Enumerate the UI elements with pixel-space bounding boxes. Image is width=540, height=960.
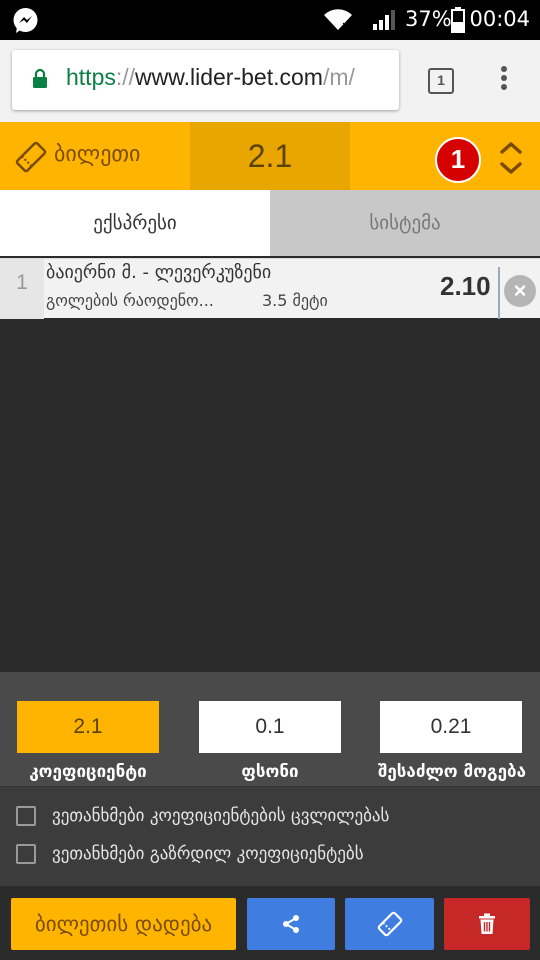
trash-icon (479, 913, 495, 934)
possible-win-label: შესაძლო მოგება (377, 762, 527, 782)
ticket-title: ბილეთი (54, 142, 141, 167)
url-host: www.lider-bet.com (135, 64, 323, 90)
address-bar[interactable]: https://www.lider-bet.com/m/ (12, 50, 399, 110)
ticket-icon (377, 911, 402, 937)
remove-bet-button[interactable]: × (504, 275, 536, 307)
menu-dot-icon (501, 75, 507, 81)
bet-row: 1 ბაიერნი მ. - ლევერკუზენი გოლების რაოდე… (0, 258, 540, 319)
ticket-header[interactable]: ბილეთი 2.1 1 (0, 122, 540, 190)
url-text: https://www.lider-bet.com/m/ (66, 64, 355, 91)
bet-odds: 2.10 (440, 271, 491, 301)
bet-market: გოლების რაოდენო... (46, 291, 214, 310)
url-separator: :// (115, 64, 136, 90)
stake-input[interactable]: 0.1 (199, 701, 341, 753)
messenger-icon (13, 8, 38, 33)
accept-increased-odds-label: ვეთანხმები გაზრდილ კოეფიციენტებს (52, 844, 364, 864)
url-path: /m/ (322, 64, 355, 90)
battery-icon (451, 7, 465, 33)
tab-switcher-button[interactable]: 1 (428, 68, 454, 94)
tab-express[interactable]: ექსპრესი (0, 190, 270, 256)
agreement-options: ვეთანხმები კოეფიციენტების ცვლილებას ვეთა… (0, 786, 540, 886)
selection-count-badge: 1 (435, 137, 481, 183)
close-icon: × (513, 278, 527, 303)
bet-row-divider (498, 267, 500, 319)
clock: 00:04 (469, 7, 530, 31)
ticket-check-button[interactable] (345, 898, 434, 950)
share-button[interactable] (247, 898, 335, 950)
bet-index: 1 (0, 259, 44, 319)
accept-increased-odds-checkbox[interactable] (16, 844, 36, 864)
menu-dot-icon (501, 84, 507, 90)
total-odds-value: 2.1 (17, 701, 159, 753)
ticket-icon (15, 141, 47, 173)
browser-menu-button[interactable] (494, 66, 514, 96)
action-bar: ბილეთის დადება (0, 886, 540, 960)
tab-system[interactable]: სისტემა (270, 190, 540, 256)
bet-type-tabs: ექსპრესი სისტემა (0, 190, 540, 256)
wifi-icon (324, 9, 352, 30)
bet-pick: 3.5 მეტი (262, 291, 328, 310)
clear-ticket-button[interactable] (444, 898, 530, 950)
url-scheme: https (66, 64, 116, 90)
status-bar: 37% 00:04 (0, 0, 540, 40)
ticket-total-odds: 2.1 (190, 122, 350, 190)
stake-label: ფსონი (241, 762, 299, 782)
menu-dot-icon (501, 66, 507, 72)
bet-match-name: ბაიერნი მ. - ლევერკუზენი (46, 262, 272, 283)
signal-icon (373, 10, 395, 30)
expand-collapse-icon[interactable] (498, 140, 524, 176)
place-bet-button[interactable]: ბილეთის დადება (11, 898, 236, 950)
lock-icon (33, 68, 47, 88)
odds-label: კოეფიციენტი (29, 762, 147, 782)
browser-toolbar: https://www.lider-bet.com/m/ 1 (0, 40, 540, 122)
ticket-summary: 2.1 0.1 0.21 კოეფიციენტი ფსონი შესაძლო მ… (0, 672, 540, 786)
accept-odds-change-checkbox[interactable] (16, 806, 36, 826)
battery-percent: 37% (405, 7, 452, 31)
accept-odds-change-label: ვეთანხმები კოეფიციენტების ცვლილებას (52, 806, 390, 826)
share-icon (283, 915, 299, 933)
possible-win-value: 0.21 (380, 701, 522, 753)
